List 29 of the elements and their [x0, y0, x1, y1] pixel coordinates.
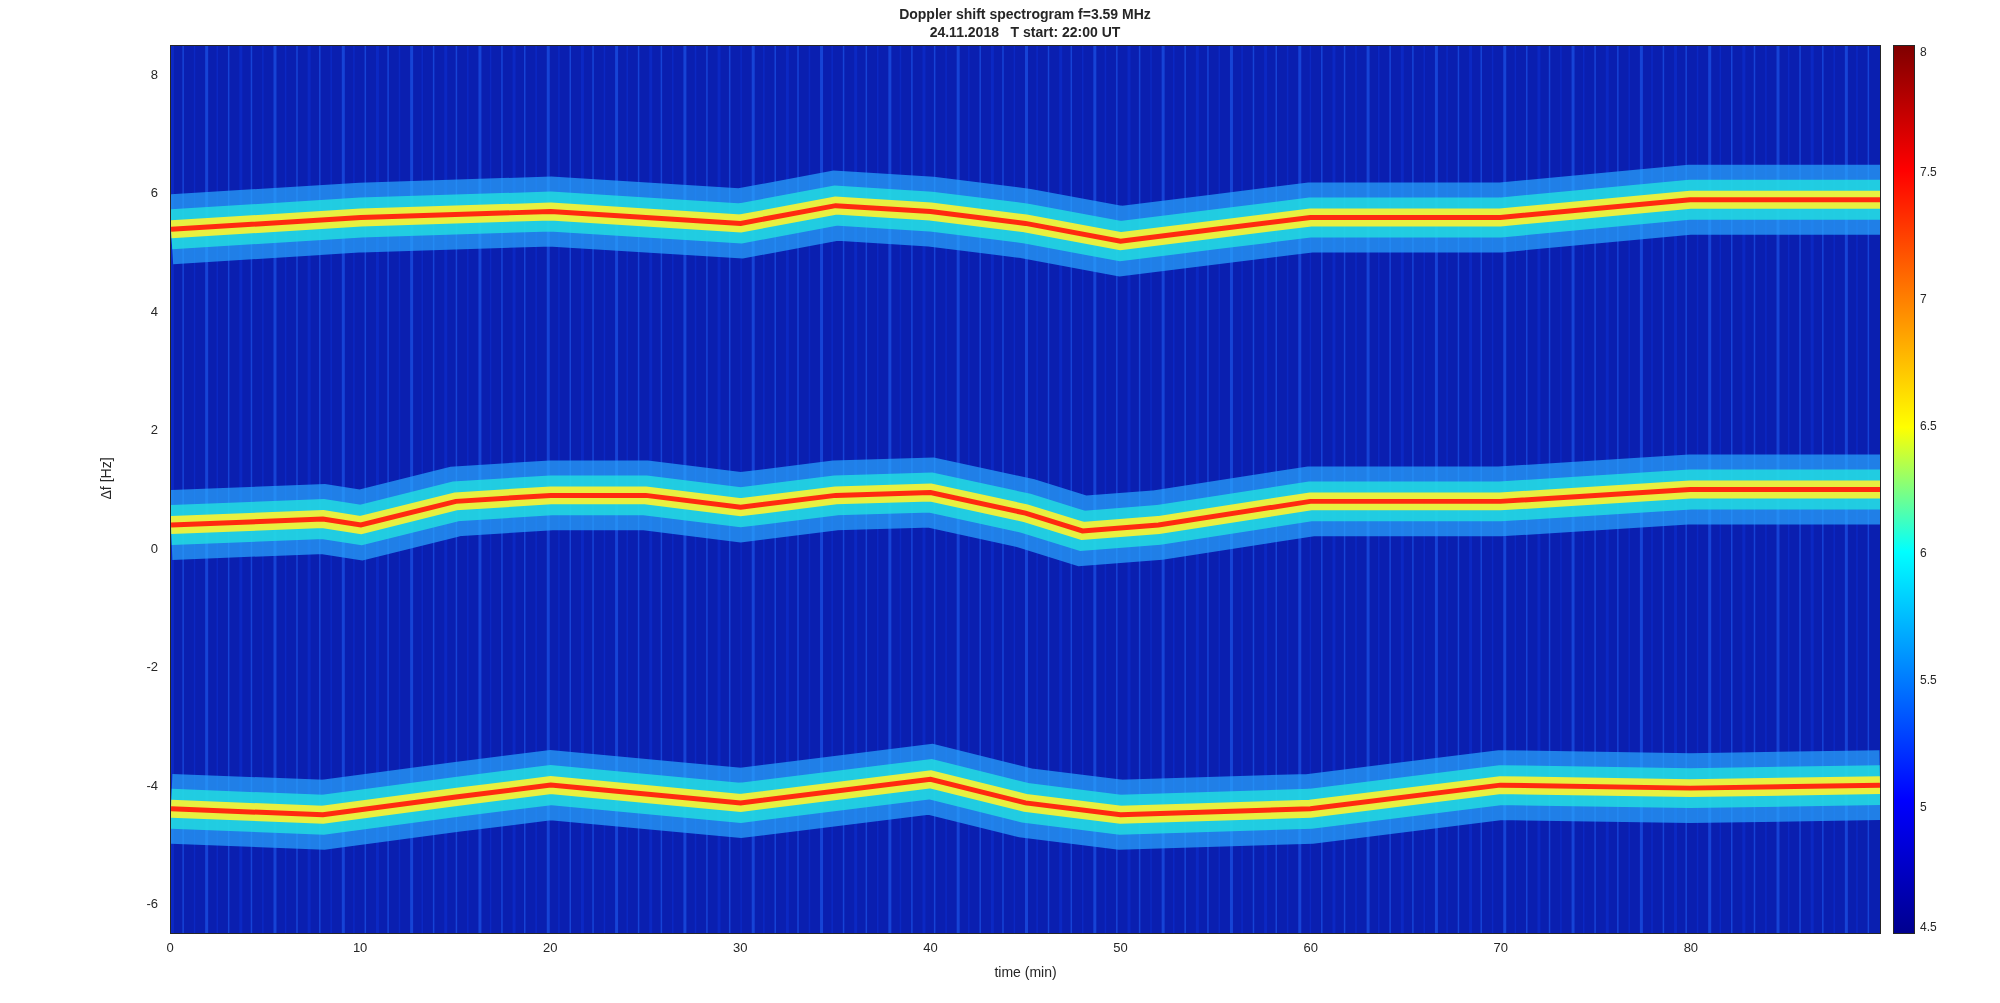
chart-title: Doppler shift spectrogram f=3.59 MHz: [899, 4, 1151, 23]
y-tick-label: 8: [150, 66, 158, 83]
colorbar-tick-label: 7: [1920, 292, 1927, 306]
colorbar-tick-label: 7.5: [1920, 165, 1937, 179]
y-tick-label: -6: [146, 896, 158, 913]
x-tick-label: 30: [733, 940, 748, 956]
colorbar-tick-label: 6: [1920, 546, 1927, 560]
y-axis-label: Δf [Hz]: [97, 457, 116, 500]
x-tick-label: 20: [543, 940, 558, 956]
x-tick-label: 50: [1113, 940, 1128, 956]
colorbar-tick-label: 6.5: [1920, 419, 1937, 433]
colorbar-tick-label: 4.5: [1920, 920, 1937, 934]
y-tick-label: 2: [150, 422, 158, 439]
x-tick-label: 60: [1303, 940, 1318, 956]
x-tick-label: 80: [1683, 940, 1699, 956]
x-tick-label: 0: [166, 940, 174, 956]
x-tick-label: 40: [923, 940, 938, 956]
y-tick-label: 0: [150, 540, 158, 557]
y-tick-label: -2: [146, 659, 158, 676]
colorbar-tick-label: 5: [1920, 800, 1927, 814]
x-axis-label: time (min): [994, 963, 1057, 982]
x-tick-label: 70: [1493, 940, 1508, 956]
y-tick-label: 4: [150, 303, 158, 320]
x-tick-label: 10: [352, 940, 368, 956]
y-tick-label: -4: [146, 777, 158, 794]
colorbar-tick-label: 8: [1920, 45, 1927, 59]
y-tick-label: 6: [150, 185, 158, 202]
colorbar-tick-label: 5.5: [1920, 673, 1937, 687]
chart-title: 24.11.2018 T start: 22:00 UT: [929, 22, 1121, 41]
